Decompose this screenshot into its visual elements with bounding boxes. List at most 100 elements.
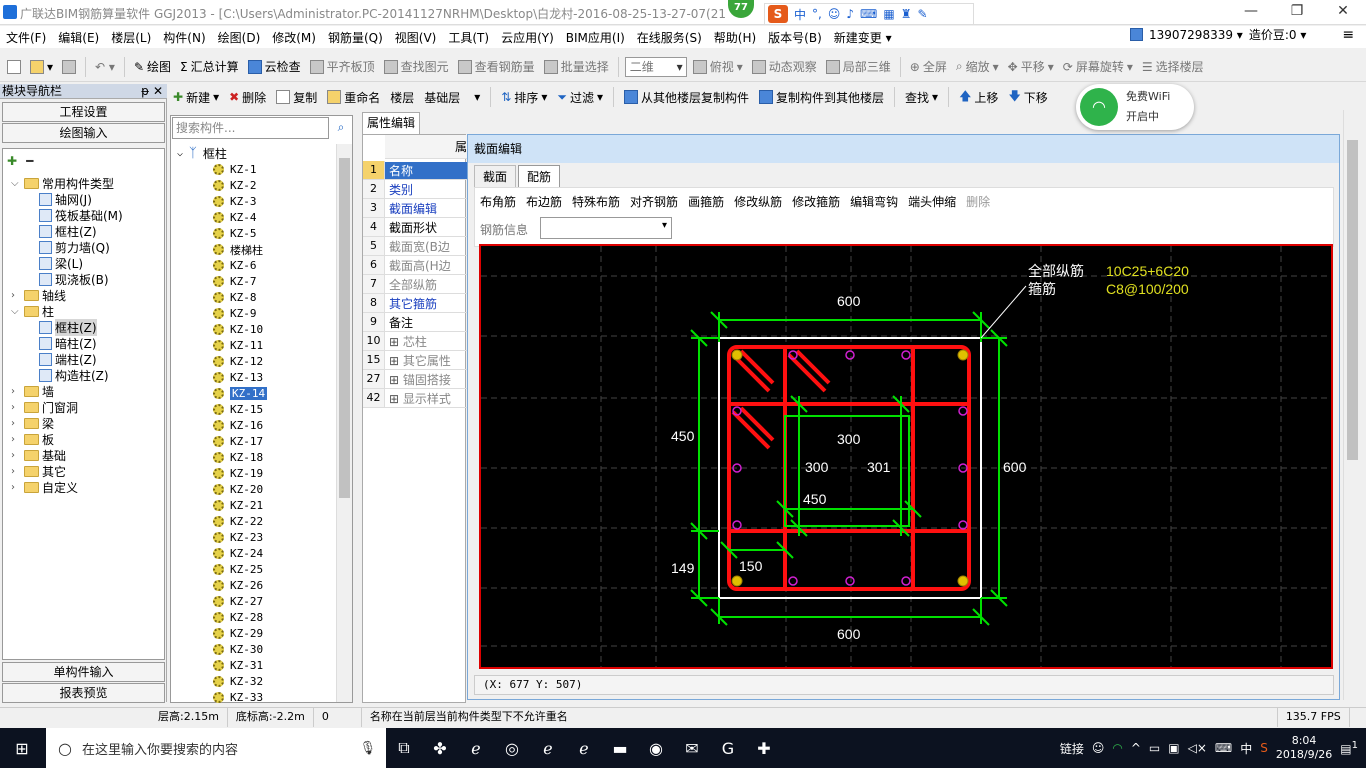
nav-tree-item[interactable]: 框柱(Z) bbox=[39, 223, 97, 239]
sum-button[interactable]: Σ 汇总计算 bbox=[177, 58, 242, 75]
component-list-item[interactable]: KZ-20 bbox=[213, 482, 263, 497]
property-row[interactable]: 9 备注 bbox=[363, 313, 467, 332]
undo-button[interactable]: ↶ ▾ bbox=[92, 60, 118, 74]
sort-button[interactable]: ⇅ 排序 ▾ bbox=[498, 89, 550, 106]
component-list-item[interactable]: KZ-2 bbox=[213, 178, 257, 193]
tree-expand-collapse[interactable]: ✚ ━ bbox=[7, 153, 33, 169]
component-list-item[interactable]: KZ-30 bbox=[213, 642, 263, 657]
draw-button[interactable]: ✎ 绘图 bbox=[131, 58, 174, 75]
component-list-item[interactable]: KZ-9 bbox=[213, 306, 257, 321]
component-list-item[interactable]: KZ-3 bbox=[213, 194, 257, 209]
component-list-item[interactable]: KZ-33 bbox=[213, 690, 263, 705]
edge-icon[interactable]: ℯ bbox=[530, 728, 566, 768]
menu-item-0[interactable]: 文件(F) bbox=[0, 29, 52, 46]
nav-tree-item[interactable]: 梁(L) bbox=[39, 255, 83, 271]
component-list-item[interactable]: KZ-26 bbox=[213, 578, 263, 593]
select-floor-button[interactable]: ☰ 选择楼层 bbox=[1139, 58, 1207, 75]
component-list-item[interactable]: KZ-23 bbox=[213, 530, 263, 545]
move-down-button[interactable]: 🡇 下移 bbox=[1005, 87, 1050, 108]
menu-icon[interactable]: ≡ bbox=[1342, 27, 1354, 43]
tray-chevron-icon[interactable]: ^ bbox=[1131, 741, 1141, 755]
collapse-icon[interactable]: ⌵ bbox=[177, 148, 183, 159]
search-icon[interactable]: ⌕ bbox=[331, 117, 351, 139]
property-row[interactable]: 4 截面形状 bbox=[363, 218, 467, 237]
component-list-item[interactable]: KZ-22 bbox=[213, 514, 263, 529]
expand-icon[interactable]: › bbox=[11, 386, 21, 397]
nav-tree-item[interactable]: › 自定义 bbox=[11, 479, 78, 495]
nav-tree-item[interactable]: › 板 bbox=[11, 431, 54, 447]
nav-tree-item[interactable]: 框柱(Z) bbox=[39, 318, 97, 336]
project-settings-button[interactable]: 工程设置 bbox=[2, 102, 165, 122]
find-button[interactable]: 查找 ▾ bbox=[902, 89, 941, 106]
single-component-button[interactable]: 单构件输入 bbox=[2, 662, 165, 682]
filter-button[interactable]: ⏷ 过滤 ▾ bbox=[554, 89, 606, 106]
rebar-tool-button[interactable]: 修改箍筋 bbox=[792, 193, 840, 210]
menu-item-6[interactable]: 钢筋量(Q) bbox=[322, 29, 389, 46]
menu-item-13[interactable]: 版本号(B) bbox=[762, 29, 828, 46]
pin-icon[interactable]: ᵽ ✕ bbox=[141, 84, 163, 99]
tab-property-edit[interactable]: 属性编辑 bbox=[362, 112, 420, 134]
shirt-icon[interactable]: ♜ bbox=[901, 7, 912, 21]
minimize-button[interactable]: — bbox=[1228, 0, 1274, 25]
collapse-all-icon[interactable]: ━ bbox=[26, 154, 33, 168]
rename-button[interactable]: 重命名 bbox=[324, 89, 383, 106]
windows-start-icon[interactable]: ⊞ bbox=[4, 728, 40, 768]
tab-section[interactable]: 截面 bbox=[474, 165, 517, 187]
component-list-item[interactable]: KZ-31 bbox=[213, 658, 263, 673]
local-3d-button[interactable]: 局部三维 bbox=[823, 58, 894, 75]
punct-icon[interactable]: °, bbox=[812, 7, 822, 21]
rebar-tool-button[interactable]: 布边筋 bbox=[526, 193, 562, 210]
link-label[interactable]: 链接 bbox=[1060, 740, 1084, 757]
maximize-button[interactable]: ❐ bbox=[1274, 0, 1320, 25]
component-list-item[interactable]: KZ-11 bbox=[213, 338, 263, 353]
rebar-info-select[interactable]: ▾ bbox=[540, 217, 672, 239]
rebar-tool-button[interactable]: 端头伸缩 bbox=[908, 193, 956, 210]
user-phone[interactable]: 13907298339 ▾ bbox=[1149, 28, 1243, 42]
close-button[interactable]: ✕ bbox=[1320, 0, 1366, 25]
mic-icon[interactable]: 🎙 bbox=[359, 741, 376, 756]
section-drawing[interactable]: 全部纵筋 箍筋 10C25+6C20 C8@100/200 600 600 60… bbox=[481, 246, 1331, 667]
expand-icon[interactable]: ⊞ bbox=[389, 373, 403, 387]
cloud-check-button[interactable]: 云检查 bbox=[245, 58, 304, 75]
nav-tree-item[interactable]: 构造柱(Z) bbox=[39, 367, 109, 383]
pan-button[interactable]: ✥ 平移 ▾ bbox=[1005, 58, 1057, 75]
fullscreen-button[interactable]: ⊕ 全屏 bbox=[907, 58, 950, 75]
nav-tree-item[interactable]: › 其它 bbox=[11, 463, 66, 479]
component-list-item[interactable]: KZ-29 bbox=[213, 626, 263, 641]
copy-button[interactable]: 复制 bbox=[273, 89, 320, 106]
expand-icon[interactable]: › bbox=[11, 290, 21, 301]
green-app-icon[interactable]: ◉ bbox=[638, 728, 674, 768]
batch-select-button[interactable]: 批量选择 bbox=[541, 58, 612, 75]
component-list-item[interactable]: KZ-27 bbox=[213, 594, 263, 609]
keyboard-icon[interactable]: ⌨ bbox=[1215, 741, 1232, 755]
move-up-button[interactable]: 🡅 上移 bbox=[956, 87, 1001, 108]
expand-icon[interactable]: ⊞ bbox=[389, 392, 403, 406]
menu-item-8[interactable]: 工具(T) bbox=[442, 29, 495, 46]
battery-icon[interactable]: ▭ bbox=[1149, 741, 1160, 755]
ime-indicator[interactable]: 中 bbox=[1240, 740, 1252, 757]
component-search-input[interactable]: 搜索构件... bbox=[172, 117, 329, 139]
nav-tree-item[interactable]: 端柱(Z) bbox=[39, 351, 97, 367]
network-icon[interactable]: ▣ bbox=[1168, 741, 1179, 755]
nav-tree-item[interactable]: 剪力墙(Q) bbox=[39, 239, 110, 255]
ie-icon[interactable]: ℯ bbox=[458, 728, 494, 768]
new-file-button[interactable] bbox=[4, 59, 24, 74]
new-component-button[interactable]: ✚ 新建 ▾ bbox=[170, 89, 222, 106]
menu-item-5[interactable]: 修改(M) bbox=[266, 29, 322, 46]
component-list-item[interactable]: KZ-18 bbox=[213, 450, 263, 465]
expand-all-icon[interactable]: ✚ bbox=[7, 154, 17, 168]
component-list-item[interactable]: KZ-8 bbox=[213, 290, 257, 305]
drawing-input-button[interactable]: 绘图输入 bbox=[2, 123, 165, 143]
expand-icon[interactable]: › bbox=[11, 450, 21, 461]
rotate-button[interactable]: ⟳ 屏幕旋转 ▾ bbox=[1060, 58, 1136, 75]
component-list-item[interactable]: KZ-12 bbox=[213, 354, 263, 369]
menu-item-9[interactable]: 云应用(Y) bbox=[495, 29, 560, 46]
property-row[interactable]: 27 ⊞ 锚固搭接 bbox=[363, 370, 467, 389]
expand-icon[interactable]: › bbox=[11, 482, 21, 493]
nav-tree-item[interactable]: ⌵ 柱 bbox=[11, 303, 54, 319]
mail-icon[interactable]: ✉ bbox=[674, 728, 710, 768]
component-list-item[interactable]: KZ-25 bbox=[213, 562, 263, 577]
notification-icon[interactable]: ▤1 bbox=[1340, 740, 1358, 756]
component-list-item[interactable]: KZ-24 bbox=[213, 546, 263, 561]
menu-item-3[interactable]: 构件(N) bbox=[157, 29, 211, 46]
